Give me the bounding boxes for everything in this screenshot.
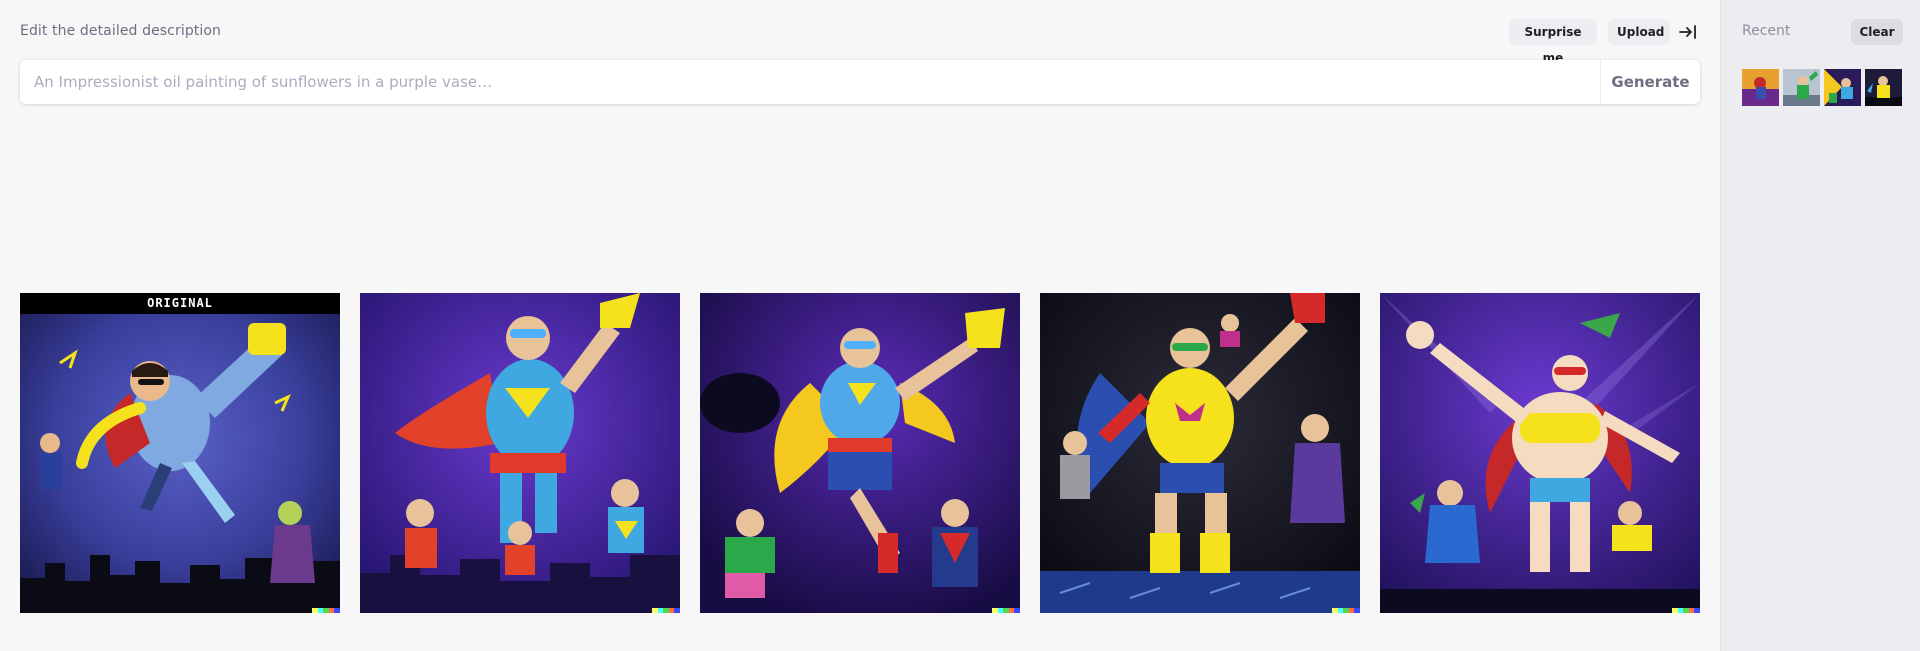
prompt-box: Generate — [20, 60, 1700, 104]
original-badge: ORIGINAL — [20, 293, 340, 314]
collapse-right-icon[interactable] — [1678, 22, 1698, 42]
superhero-image — [700, 293, 1020, 613]
recent-thumbnail[interactable] — [1783, 69, 1820, 106]
clear-history-button[interactable]: Clear — [1851, 19, 1903, 45]
recent-thumbnail[interactable] — [1865, 69, 1902, 106]
recent-thumbnail[interactable] — [1742, 69, 1779, 106]
recent-thumbnails — [1742, 69, 1902, 106]
signature-swatch — [1354, 608, 1360, 613]
signature-swatch — [1694, 608, 1700, 613]
superhero-image — [1380, 293, 1700, 613]
recent-sidebar: Recent Clear — [1720, 0, 1920, 651]
prompt-input[interactable] — [20, 60, 1600, 104]
main-panel: Edit the detailed description Surprise m… — [0, 0, 1720, 651]
superhero-image — [360, 293, 680, 613]
dalle-signature — [312, 608, 340, 613]
gallery-image-variation-3[interactable] — [1040, 293, 1360, 613]
page-title: Edit the detailed description — [20, 23, 222, 39]
sidebar-title: Recent — [1742, 23, 1791, 39]
dalle-signature — [1672, 608, 1700, 613]
generate-button[interactable]: Generate — [1601, 60, 1700, 104]
dalle-signature — [1332, 608, 1360, 613]
gallery-image-original[interactable]: ORIGINAL — [20, 293, 340, 613]
surprise-me-button[interactable]: Surprise me — [1509, 19, 1597, 65]
dalle-signature — [652, 608, 680, 613]
app-root: Edit the detailed description Surprise m… — [0, 0, 1920, 651]
dalle-signature — [992, 608, 1020, 613]
superhero-image — [20, 293, 340, 613]
gallery-image-variation-4[interactable] — [1380, 293, 1700, 613]
recent-thumbnail[interactable] — [1824, 69, 1861, 106]
signature-swatch — [674, 608, 680, 613]
gallery-image-variation-1[interactable] — [360, 293, 680, 613]
signature-swatch — [334, 608, 340, 613]
signature-swatch — [1014, 608, 1020, 613]
image-gallery: ORIGINAL — [20, 293, 1700, 613]
upload-button[interactable]: Upload — [1608, 19, 1670, 45]
gallery-image-variation-2[interactable] — [700, 293, 1020, 613]
superhero-image — [1040, 293, 1360, 613]
